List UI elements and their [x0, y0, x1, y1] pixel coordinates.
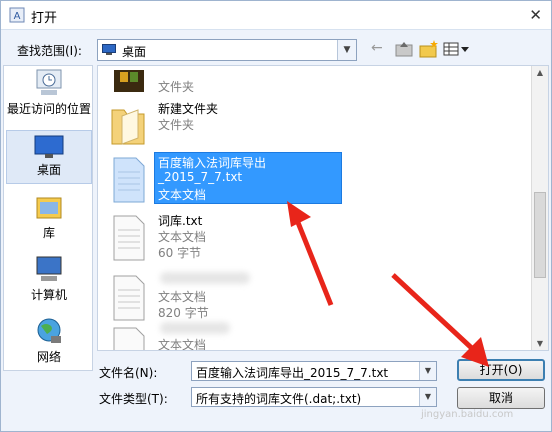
red-arrow-annotation [391, 273, 489, 367]
lookin-value: 桌面 [122, 45, 147, 59]
computer-icon [36, 256, 62, 281]
file-size: 60 字节 [158, 246, 202, 260]
file-size: 820 字节 [158, 306, 209, 320]
view-menu-icon[interactable] [443, 39, 471, 59]
desktop-icon [102, 44, 116, 55]
lookin-dropdown[interactable]: 桌面 ▼ [97, 39, 357, 61]
place-label: 最近访问的位置 [6, 102, 91, 116]
chevron-down-icon[interactable]: ▼ [337, 40, 356, 60]
svg-text:A: A [14, 11, 21, 22]
filename-label: 文件名(N): [99, 366, 158, 380]
file-name: 新建文件夹 [158, 102, 219, 116]
place-label: 桌面 [36, 163, 61, 177]
filename-value: 百度输入法词库导出_2015_7_7.txt [196, 366, 389, 380]
lookin-label: 查找范围(I): [17, 44, 82, 58]
text-file-icon [113, 215, 145, 261]
dialog-title: 打开 [31, 11, 58, 26]
redacted-name [160, 322, 230, 334]
list-item-selected[interactable]: 百度输入法词库导出 _2015_7_7.txt 文本文档 [104, 152, 344, 208]
place-label: 库 [42, 226, 55, 240]
red-arrow-annotation [287, 201, 334, 306]
desktop-icon [34, 135, 64, 158]
file-name: 百度输入法词库导出 [158, 156, 267, 170]
up-folder-icon[interactable] [395, 39, 413, 59]
place-label: 网络 [36, 350, 61, 364]
app-icon: A [9, 7, 25, 23]
place-computer[interactable]: 计算机 [6, 254, 92, 302]
text-file-icon [113, 157, 145, 203]
place-desktop[interactable]: 桌面 [6, 130, 92, 184]
open-file-dialog: A 打开 ✕ 查找范围(I): 桌面 ▼ ← 最近访问的位置 桌面 库 计算机 … [0, 0, 552, 432]
file-type: 文本文档 [158, 290, 207, 304]
redacted-name [160, 272, 250, 284]
place-recent[interactable]: 最近访问的位置 [6, 68, 92, 116]
place-label: 计算机 [30, 288, 67, 302]
file-type: 文本文档 [158, 338, 207, 351]
list-item[interactable]: 新建文件夹 文件夹 [104, 98, 344, 154]
cancel-button[interactable]: 取消 [457, 387, 545, 409]
list-item[interactable]: 文本文档 [104, 322, 344, 351]
chevron-down-icon[interactable]: ▼ [419, 388, 436, 406]
new-folder-icon[interactable] [419, 39, 439, 59]
file-type: 文件夹 [158, 80, 195, 94]
places-bar: 最近访问的位置 桌面 库 计算机 网络 [3, 65, 93, 371]
place-library[interactable]: 库 [6, 192, 92, 240]
back-icon[interactable]: ← [371, 40, 389, 60]
library-icon [36, 197, 62, 219]
file-type: 文本文档 [158, 188, 207, 202]
filetype-value: 所有支持的词库文件(.dat;.txt) [196, 392, 362, 406]
filetype-select[interactable]: 所有支持的词库文件(.dat;.txt) ▼ [191, 387, 437, 407]
file-name-continued: _2015_7_7.txt [158, 170, 243, 184]
close-icon[interactable]: ✕ [529, 6, 542, 24]
scroll-up-icon[interactable]: ▲ [532, 68, 548, 77]
filetype-label: 文件类型(T): [99, 392, 168, 406]
recent-places-icon [36, 69, 62, 95]
folder-icon [111, 109, 145, 145]
watermark: jingyan.baidu.com [421, 409, 514, 420]
text-file-icon [113, 327, 145, 350]
scroll-thumb[interactable] [534, 192, 546, 278]
file-type: 文本文档 [158, 230, 207, 244]
text-file-icon [113, 275, 145, 321]
folder-icon [114, 70, 144, 92]
file-name: 词库.txt [158, 214, 203, 228]
title-bar: A 打开 ✕ [1, 1, 551, 30]
file-type: 文件夹 [158, 118, 195, 132]
vertical-scrollbar[interactable]: ▲ ▼ [531, 66, 548, 350]
place-network[interactable]: 网络 [6, 316, 92, 364]
network-globe-icon [37, 318, 61, 343]
scroll-down-icon[interactable]: ▼ [532, 339, 548, 348]
